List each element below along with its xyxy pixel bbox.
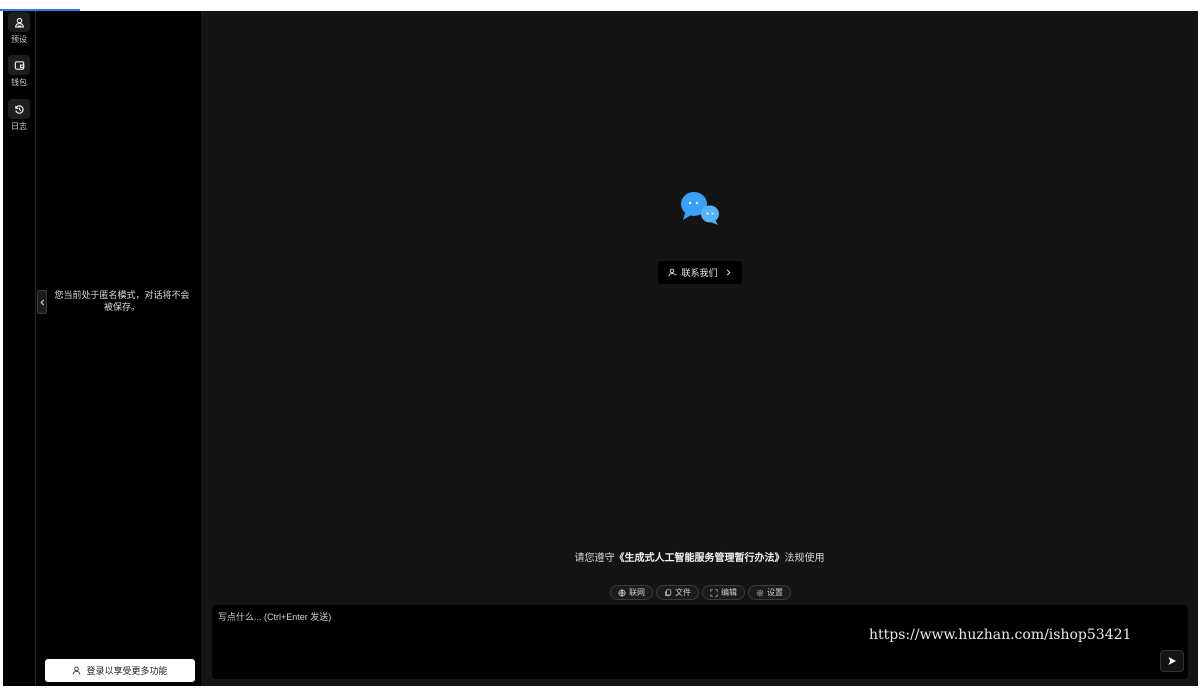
- gear-icon: [756, 589, 764, 596]
- expand-icon: [710, 588, 718, 597]
- send-button[interactable]: [1160, 650, 1184, 672]
- user-preset-icon[interactable]: [8, 12, 30, 32]
- settings-chip[interactable]: 设置: [748, 585, 791, 600]
- chevron-left-icon: [39, 299, 44, 305]
- user-icon: [73, 666, 81, 675]
- rail-item-wallet[interactable]: 钱包: [5, 55, 33, 88]
- contact-us-button[interactable]: 联系我们: [658, 261, 742, 284]
- web-search-chip[interactable]: 联网: [610, 585, 653, 600]
- edit-chip[interactable]: 编辑: [702, 585, 745, 600]
- send-arrow-icon: [1168, 657, 1176, 665]
- rail-label-wallet: 钱包: [11, 78, 27, 87]
- compliance-prefix: 请您遵守: [574, 553, 615, 564]
- history-icon[interactable]: [8, 99, 30, 119]
- file-icon: [665, 588, 672, 596]
- watermark-text: https://www.huzhan.com/ishop53421: [869, 627, 1132, 643]
- edit-label: 编辑: [721, 588, 737, 597]
- settings-label: 设置: [767, 588, 783, 597]
- chat-bubbles-logo-icon: [681, 192, 719, 225]
- regulation-link[interactable]: 《生成式人工智能服务管理暂行办法》: [615, 553, 785, 564]
- file-label: 文件: [675, 588, 691, 597]
- chat-main: 联系我们 请您遵守《生成式人工智能服务管理暂行办法》法规使用 联网 文件 编辑 …: [201, 11, 1198, 686]
- chevron-right-icon: [726, 269, 730, 276]
- wallet-icon[interactable]: [8, 55, 30, 75]
- file-chip[interactable]: 文件: [656, 585, 699, 600]
- contact-user-icon: [668, 268, 678, 277]
- rail-label-preset: 预设: [11, 35, 27, 44]
- globe-icon: [618, 588, 626, 597]
- compliance-notice: 请您遵守《生成式人工智能服务管理暂行办法》法规使用: [201, 549, 1198, 564]
- composer-toolbar: 联网 文件 编辑 设置: [610, 585, 791, 600]
- rail-item-history[interactable]: 日志: [5, 99, 33, 132]
- rail-label-history: 日志: [11, 122, 27, 131]
- icon-rail: 预设 钱包 日志: [3, 11, 35, 686]
- top-strip: [0, 0, 1200, 11]
- message-composer: https://www.huzhan.com/ishop53421: [212, 605, 1188, 679]
- collapse-sidebar-button[interactable]: [37, 290, 47, 314]
- contact-us-label: 联系我们: [681, 268, 718, 278]
- web-search-label: 联网: [629, 588, 645, 597]
- compliance-suffix: 法规使用: [784, 553, 825, 564]
- login-button[interactable]: 登录以享受更多功能: [45, 659, 195, 682]
- conversation-sidebar: 您当前处于匿名模式，对话将不会被保存。 登录以享受更多功能: [35, 11, 201, 686]
- rail-item-preset[interactable]: 预设: [5, 12, 33, 45]
- login-label: 登录以享受更多功能: [86, 666, 168, 676]
- app-window: 预设 钱包 日志 您当前处于匿名模式，对话将不会被保存。 登录以享受更多功能 联…: [3, 11, 1198, 686]
- anonymous-mode-notice: 您当前处于匿名模式，对话将不会被保存。: [54, 290, 190, 312]
